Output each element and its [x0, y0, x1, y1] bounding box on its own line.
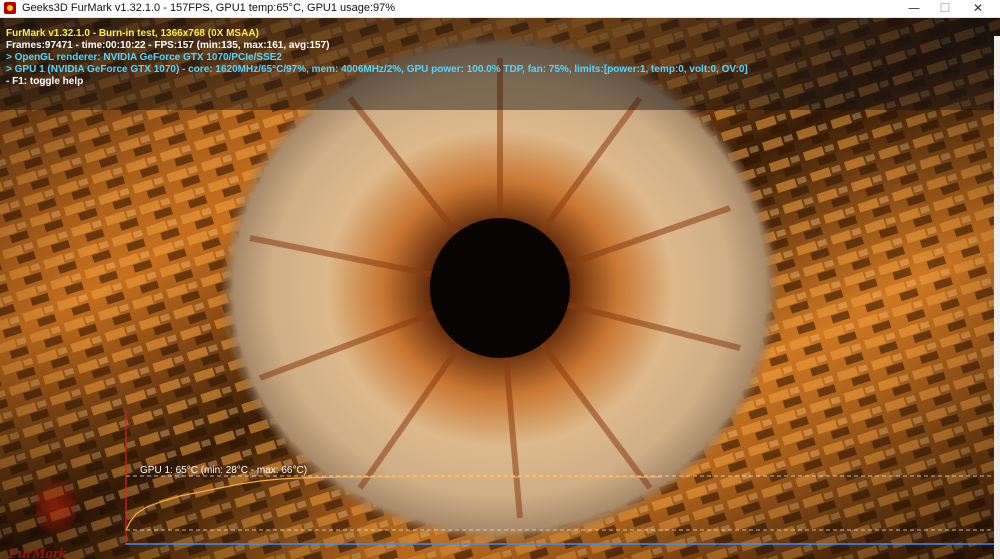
- close-button[interactable]: ✕: [958, 0, 998, 17]
- window-title: Geeks3D FurMark v1.32.1.0 - 157FPS, GPU1…: [22, 2, 396, 14]
- gpu-temperature-label: GPU 1: 65°C (min: 28°C - max: 66°C): [140, 465, 308, 476]
- furmark-app-icon: [4, 2, 16, 14]
- render-viewport[interactable]: FurMark v1.32.1.0 - Burn-in test, 1366x7…: [0, 18, 1000, 559]
- title-bar: Geeks3D FurMark v1.32.1.0 - 157FPS, GPU1…: [0, 0, 1000, 18]
- gpu-temperature-curve: [125, 476, 662, 531]
- vertical-scrollbar[interactable]: [994, 36, 1000, 559]
- temperature-graph: [125, 410, 994, 545]
